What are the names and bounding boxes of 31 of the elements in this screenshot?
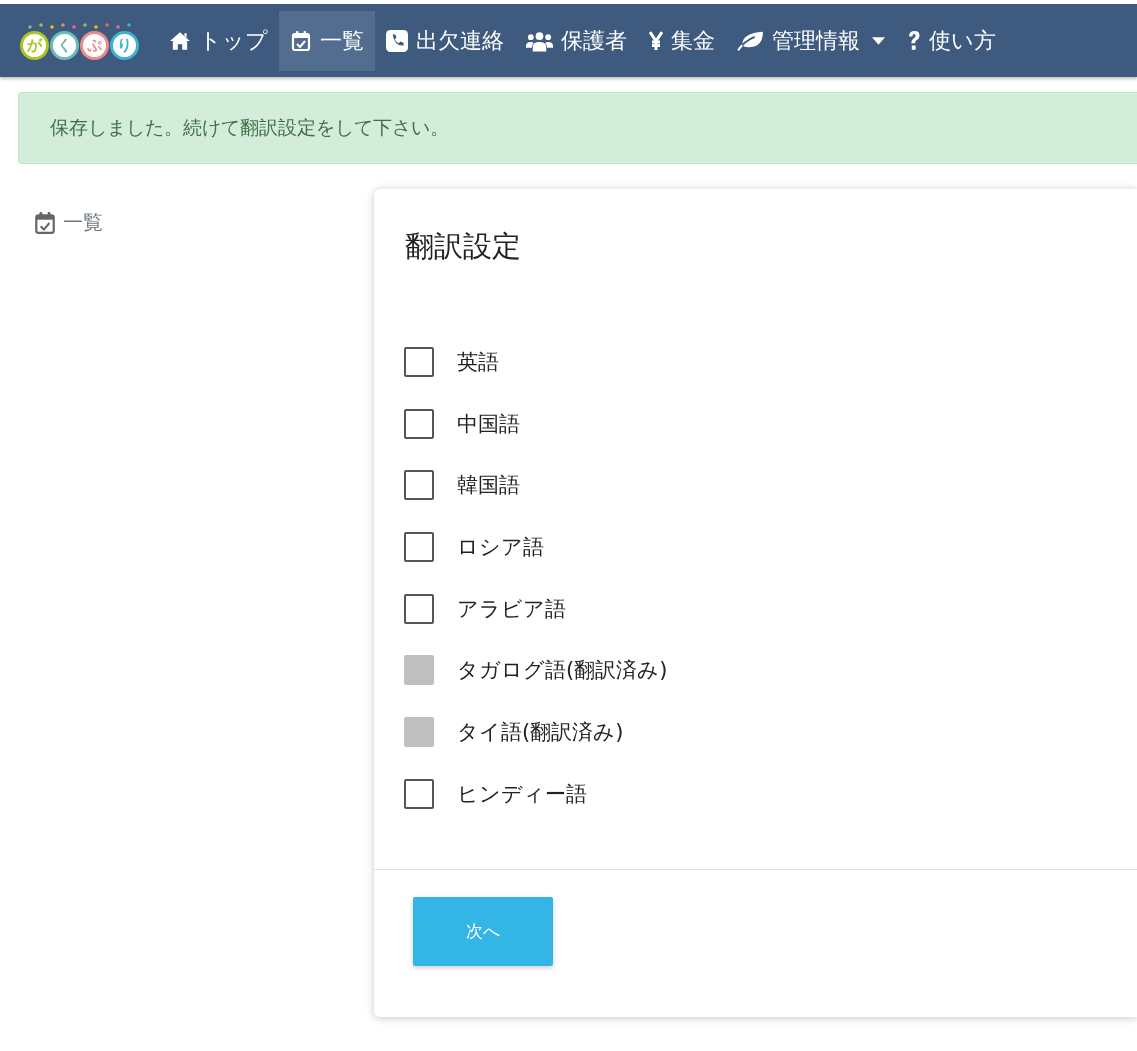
checkbox[interactable] [404, 593, 434, 624]
checkbox[interactable] [404, 778, 434, 809]
nav-item[interactable]: 管理情報 [726, 10, 896, 71]
checkbox-label: アラビア語 [457, 595, 566, 623]
yen-icon [649, 29, 663, 52]
checkbox[interactable] [404, 470, 434, 501]
nav-item[interactable]: 集金 [638, 10, 726, 71]
nav-item[interactable]: 保護者 [515, 10, 638, 71]
sidebar-link[interactable]: 一覧 [34, 209, 356, 236]
calendar-check-icon [34, 210, 56, 235]
checkbox-label: 中国語 [457, 410, 520, 438]
nav-item[interactable]: 出欠連絡 [375, 10, 515, 71]
nav-item[interactable]: 一覧 [279, 10, 375, 71]
checkbox[interactable] [404, 532, 434, 563]
nav-item[interactable]: 使い方 [896, 10, 1007, 71]
checkbox-label: タガログ語(翻訳済み) [457, 657, 668, 685]
question-icon [907, 29, 921, 52]
checkbox-label: ヒンディー語 [457, 780, 587, 808]
card-title: 翻訳設定 [404, 228, 522, 265]
checkbox-label: ロシア語 [457, 534, 544, 562]
nav-item[interactable]: トップ [158, 10, 279, 71]
leaf-icon [737, 29, 764, 52]
checkbox[interactable] [404, 347, 434, 377]
calendar-check-icon [290, 29, 312, 52]
phone-icon [386, 29, 408, 52]
success-alert: 保存しました。続けて翻訳設定をして下さい。 [18, 92, 1137, 164]
checkbox-label: タイ語(翻訳済み) [457, 719, 624, 747]
checkbox[interactable] [404, 408, 434, 439]
checkbox-label: 英語 [457, 349, 499, 376]
checkbox-label: 韓国語 [457, 472, 520, 500]
users-icon [526, 29, 553, 52]
